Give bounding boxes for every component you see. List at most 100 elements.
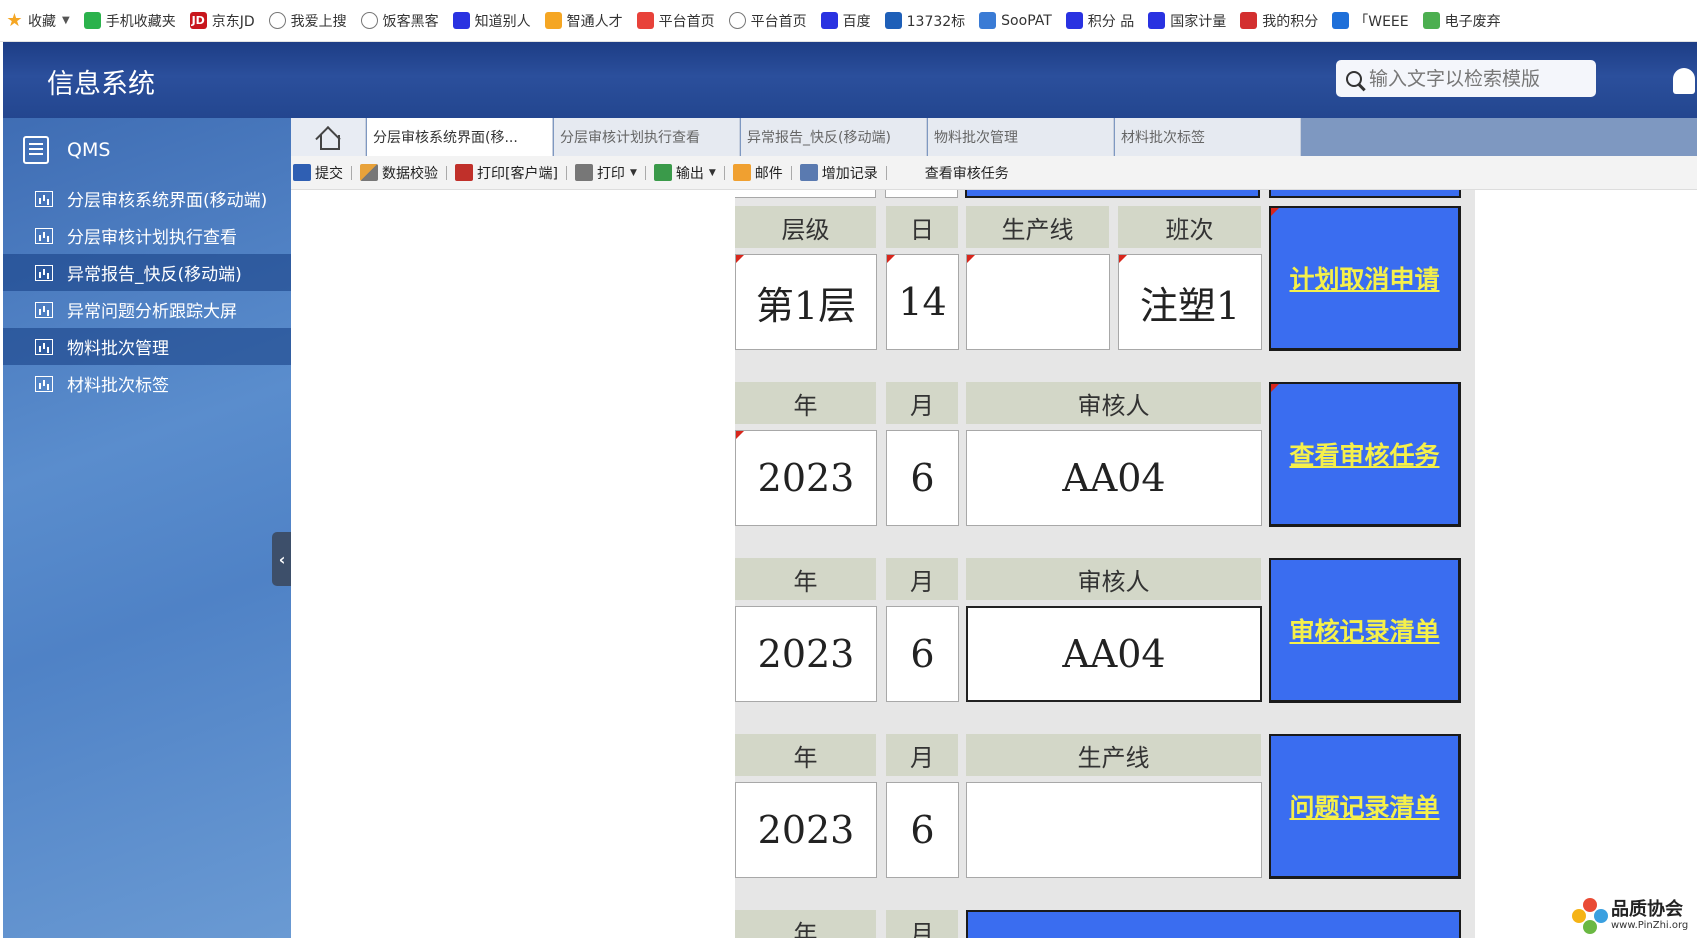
issue-record-list-button[interactable]: 问题记录清单 [1269, 734, 1461, 879]
tab-material-label[interactable]: 材料批次标签 [1115, 118, 1301, 156]
sidebar-item-exception-report[interactable]: 异常报告_快反(移动端) [3, 254, 291, 291]
view-audit-tasks-button[interactable]: 查看审核任务 [1269, 382, 1461, 527]
sidebar: QMS 分层审核系统界面(移动端) 分层审核计划执行查看 异常报告_快反(移动端… [3, 118, 291, 938]
soopat-icon [979, 12, 997, 29]
bookmark-item[interactable]: 我的积分 [1240, 11, 1318, 31]
print-client-label: 打印[客户端] [477, 165, 558, 182]
sidebar-collapse-button[interactable]: ‹ [272, 532, 292, 586]
bookmarks-bar: ★ 收藏 ▼ 手机收藏夹 JD 京东JD 我爱上搜 饭客黑客 知道别人 智通人才 平台首页 平台首页 百… [0, 0, 1697, 42]
bookmark-item[interactable]: 饭客黑客 [360, 11, 439, 31]
template-search[interactable] [1336, 60, 1596, 97]
production-line-field[interactable] [966, 254, 1110, 350]
auditor-field[interactable]: AA04 [966, 430, 1262, 526]
print-button[interactable]: 打印 ▼ [574, 163, 637, 183]
points-icon [1065, 12, 1083, 29]
bookmark-label: 京东JD [211, 13, 255, 30]
level-field[interactable]: 第1层 [735, 254, 877, 350]
action-button[interactable] [1269, 190, 1461, 198]
search-input[interactable] [1369, 67, 1579, 90]
tab-audit-plan[interactable]: 分层审核计划执行查看 [554, 118, 740, 156]
chevron-down-icon[interactable]: ▼ [62, 15, 70, 26]
sidebar-item-issue-dashboard[interactable]: 异常问题分析跟踪大屏 [3, 291, 291, 328]
month-field[interactable]: 6 [886, 430, 959, 526]
tab-material-batch[interactable]: 物料批次管理 [928, 118, 1114, 156]
mail-button[interactable]: 邮件 [732, 163, 783, 183]
chart-icon [35, 338, 53, 355]
globe-icon [728, 12, 746, 29]
globe-icon [268, 12, 286, 29]
tab-exception-report[interactable]: 异常报告_快反(移动端) [741, 118, 927, 156]
chevron-down-icon: ▼ [629, 167, 637, 178]
year-field[interactable]: 2023 [735, 782, 877, 878]
sidebar-header[interactable]: QMS [3, 132, 110, 168]
month-field[interactable]: 6 [886, 606, 959, 702]
tab-home[interactable] [291, 118, 366, 156]
document-icon [23, 136, 49, 164]
view-tasks-button[interactable]: 查看审核任务 [925, 163, 1009, 183]
sidebar-item-audit-plan-view[interactable]: 分层审核计划执行查看 [3, 217, 291, 254]
bookmark-item[interactable]: 我爱上搜 [268, 11, 347, 31]
day-field[interactable]: 14 [886, 254, 959, 350]
bookmark-item[interactable]: 百度 [820, 11, 871, 31]
app-title: 信息系统 [47, 69, 155, 100]
bookmark-item[interactable]: SooPAT [979, 12, 1052, 29]
sidebar-item-label: 分层审核系统界面(移动端) [67, 191, 268, 211]
bookmark-item[interactable]: 积分 品 [1065, 11, 1134, 31]
production-line-field[interactable] [966, 782, 1262, 878]
sidebar-item-layered-audit-mobile[interactable]: 分层审核系统界面(移动端) [3, 180, 291, 217]
bookmark-item[interactable]: 平台首页 [728, 11, 807, 31]
audit-record-list-button[interactable]: 审核记录清单 [1269, 558, 1461, 703]
watermark-title: 品质协会 [1611, 899, 1683, 920]
submit-button[interactable]: 提交 [293, 163, 343, 183]
day-header: 日 [886, 206, 958, 248]
shift-field[interactable]: 注塑1 [1118, 254, 1262, 350]
line-header: 生产线 [966, 734, 1261, 776]
list-icon [35, 301, 53, 318]
bookmark-item[interactable]: 知道别人 [452, 11, 531, 31]
validate-button[interactable]: 数据校验 [360, 163, 438, 183]
divider [644, 165, 646, 180]
tab-layered-audit[interactable]: 分层审核系统界面(移... [367, 118, 553, 156]
bookmark-label: 电子废弃 [1444, 13, 1501, 30]
bookmark-item[interactable]: 电子废弃 [1422, 11, 1501, 31]
sidebar-item-material-label[interactable]: 材料批次标签 [3, 365, 291, 402]
pinzhi-watermark: 品质协会 www.PinZhi.org [1572, 898, 1688, 934]
month-field[interactable]: 6 [886, 782, 959, 878]
zhitong-icon [544, 12, 562, 29]
bookmark-item[interactable]: 「WEEE [1332, 11, 1409, 31]
bell-icon[interactable] [1673, 68, 1695, 94]
year-field[interactable]: 2023 [735, 606, 877, 702]
export-button[interactable]: 输出 ▼ [653, 163, 716, 183]
auditor-field[interactable]: AA04 [966, 606, 1262, 702]
print-client-button[interactable]: 打印[客户端] [455, 163, 558, 183]
add-record-button[interactable]: 增加记录 [799, 163, 878, 183]
bookmark-label: 「WEEE [1354, 13, 1409, 30]
line-header: 生产线 [966, 206, 1109, 248]
bookmark-item[interactable]: JD 京东JD [189, 11, 255, 31]
chart-icon [35, 227, 53, 244]
audit-form: 层级 日 生产线 班次 第1层 14 注塑1 计划取消申请 年 月 审核人 20… [735, 190, 1475, 938]
library-icon [1422, 12, 1440, 29]
year-header: 年 [735, 734, 876, 776]
bookmark-label: 平台首页 [750, 13, 807, 30]
search-icon [1346, 70, 1362, 87]
add-row-icon [799, 164, 818, 181]
divider [351, 165, 352, 180]
print-label: 打印 [596, 165, 625, 182]
year-header: 年 [735, 382, 876, 424]
sidebar-item-material-batch[interactable]: 物料批次管理 [3, 328, 291, 365]
bookmark-item[interactable]: 国家计量 [1148, 11, 1226, 31]
bookmark-item[interactable]: ★ 收藏 ▼ [6, 10, 70, 31]
cancel-plan-request-button[interactable]: 计划取消申请 [1269, 206, 1461, 351]
bookmark-item[interactable]: 智通人才 [544, 11, 623, 31]
action-button[interactable] [966, 910, 1461, 938]
bookmark-label: 13732标 [906, 13, 966, 30]
bookmark-item[interactable]: 平台首页 [636, 11, 715, 31]
action-button[interactable] [965, 190, 1260, 198]
year-field[interactable]: 2023 [735, 430, 877, 526]
bookmark-item[interactable]: 手机收藏夹 [83, 11, 176, 31]
form-cell [885, 190, 958, 198]
sidebar-title: QMS [67, 139, 111, 161]
bookmark-item[interactable]: 13732标 [884, 11, 966, 31]
chevron-down-icon: ▼ [708, 167, 716, 178]
